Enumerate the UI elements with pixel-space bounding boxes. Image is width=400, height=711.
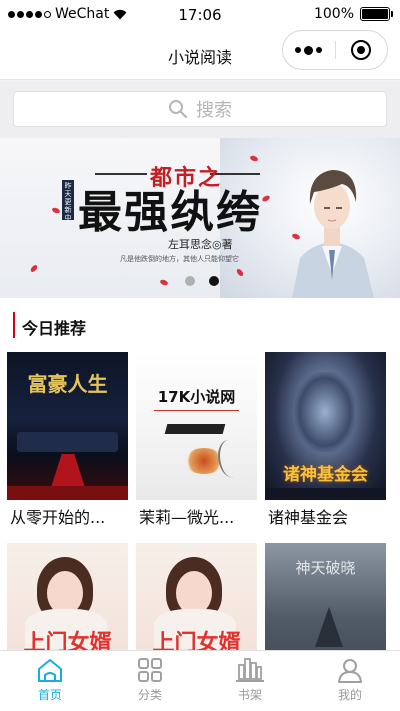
target-ring-icon[interactable]: [335, 31, 387, 69]
book-title[interactable]: 从零开始的...: [7, 500, 128, 536]
book-grid: 富豪人生 从零开始的... 17K小说网 茉莉—微光... 诸神基金会 诸神基金…: [0, 352, 400, 650]
book-card[interactable]: 上门女婿: [7, 543, 128, 650]
tab-bookshelf[interactable]: 书架: [200, 651, 300, 711]
user-icon: [338, 659, 362, 683]
book-card[interactable]: 上门女婿: [136, 543, 257, 650]
search-area: 搜索: [0, 81, 400, 138]
book-cover[interactable]: 富豪人生: [7, 352, 128, 500]
book-cover-title: 17K小说网: [157, 388, 236, 406]
book-title[interactable]: 诸神基金会: [265, 500, 386, 536]
tab-label: 首页: [37, 688, 62, 702]
book-cover[interactable]: 上门女婿: [136, 543, 257, 650]
recommend-section-header: 今日推荐: [0, 298, 400, 352]
tab-label: 分类: [137, 688, 162, 702]
banner-author: 左耳思念◎著: [168, 238, 233, 251]
miniprogram-capsule: [282, 30, 388, 70]
book-cover-title: 神天破晓: [295, 559, 356, 577]
banner-carousel[interactable]: 都市之 昨天更新中 最强纨绔 左耳思念◎著 凡是他跌倒的地方，其他人只能仰望它: [0, 138, 400, 298]
tab-label: 我的: [337, 688, 362, 702]
battery-icon: [360, 7, 393, 21]
section-accent-bar: [13, 312, 15, 338]
status-bar: WeChat 17:06 100%: [0, 0, 400, 30]
banner-tag: 昨天更新中: [62, 180, 74, 222]
book-title[interactable]: 茉莉—微光...: [136, 500, 257, 536]
book-cover-title: 上门女婿: [152, 631, 241, 650]
book-card[interactable]: 17K小说网 茉莉—微光...: [136, 352, 257, 536]
tab-category[interactable]: 分类: [100, 651, 200, 711]
book-cover[interactable]: 神天破晓: [265, 543, 386, 650]
book-card[interactable]: 神天破晓: [265, 543, 386, 650]
tab-home[interactable]: 首页: [0, 651, 100, 711]
bookshelf-icon: [236, 658, 264, 682]
book-card[interactable]: 富豪人生 从零开始的...: [7, 352, 128, 536]
search-placeholder: 搜索: [196, 100, 232, 121]
more-dots-icon[interactable]: [283, 31, 335, 69]
tab-profile[interactable]: 我的: [300, 651, 400, 711]
app-screen: WeChat 17:06 100% 小说阅读 搜索 都市之 昨天更新中 最强纨绔…: [0, 0, 400, 711]
home-icon: [38, 659, 62, 682]
book-cover[interactable]: 17K小说网: [136, 352, 257, 500]
book-card[interactable]: 诸神基金会 诸神基金会: [265, 352, 386, 536]
banner-title: 最强纨绔: [78, 187, 262, 238]
pager-dot[interactable]: [185, 276, 195, 286]
book-cover-title: 诸神基金会: [283, 465, 368, 485]
banner-tagline: 凡是他跌倒的地方，其他人只能仰望它: [120, 255, 239, 263]
search-icon: [169, 100, 188, 119]
section-title: 今日推荐: [22, 319, 87, 338]
battery-percent: 100%: [313, 6, 354, 22]
search-box[interactable]: 搜索: [13, 91, 387, 127]
book-cover[interactable]: 诸神基金会: [265, 352, 386, 500]
navigation-bar: 小说阅读: [0, 30, 400, 80]
grid-icon: [138, 658, 162, 682]
banner-character-image: [292, 170, 374, 298]
tab-bar: 首页 分类 书架 我的: [0, 650, 400, 711]
book-cover-title: 富豪人生: [27, 372, 108, 396]
pager-dot-active[interactable]: [209, 276, 219, 286]
banner-pager: [185, 276, 219, 286]
book-cover-title: 上门女婿: [23, 631, 112, 650]
tab-label: 书架: [237, 688, 262, 702]
book-cover[interactable]: 上门女婿: [7, 543, 128, 650]
banner-rule-left: [95, 173, 147, 175]
